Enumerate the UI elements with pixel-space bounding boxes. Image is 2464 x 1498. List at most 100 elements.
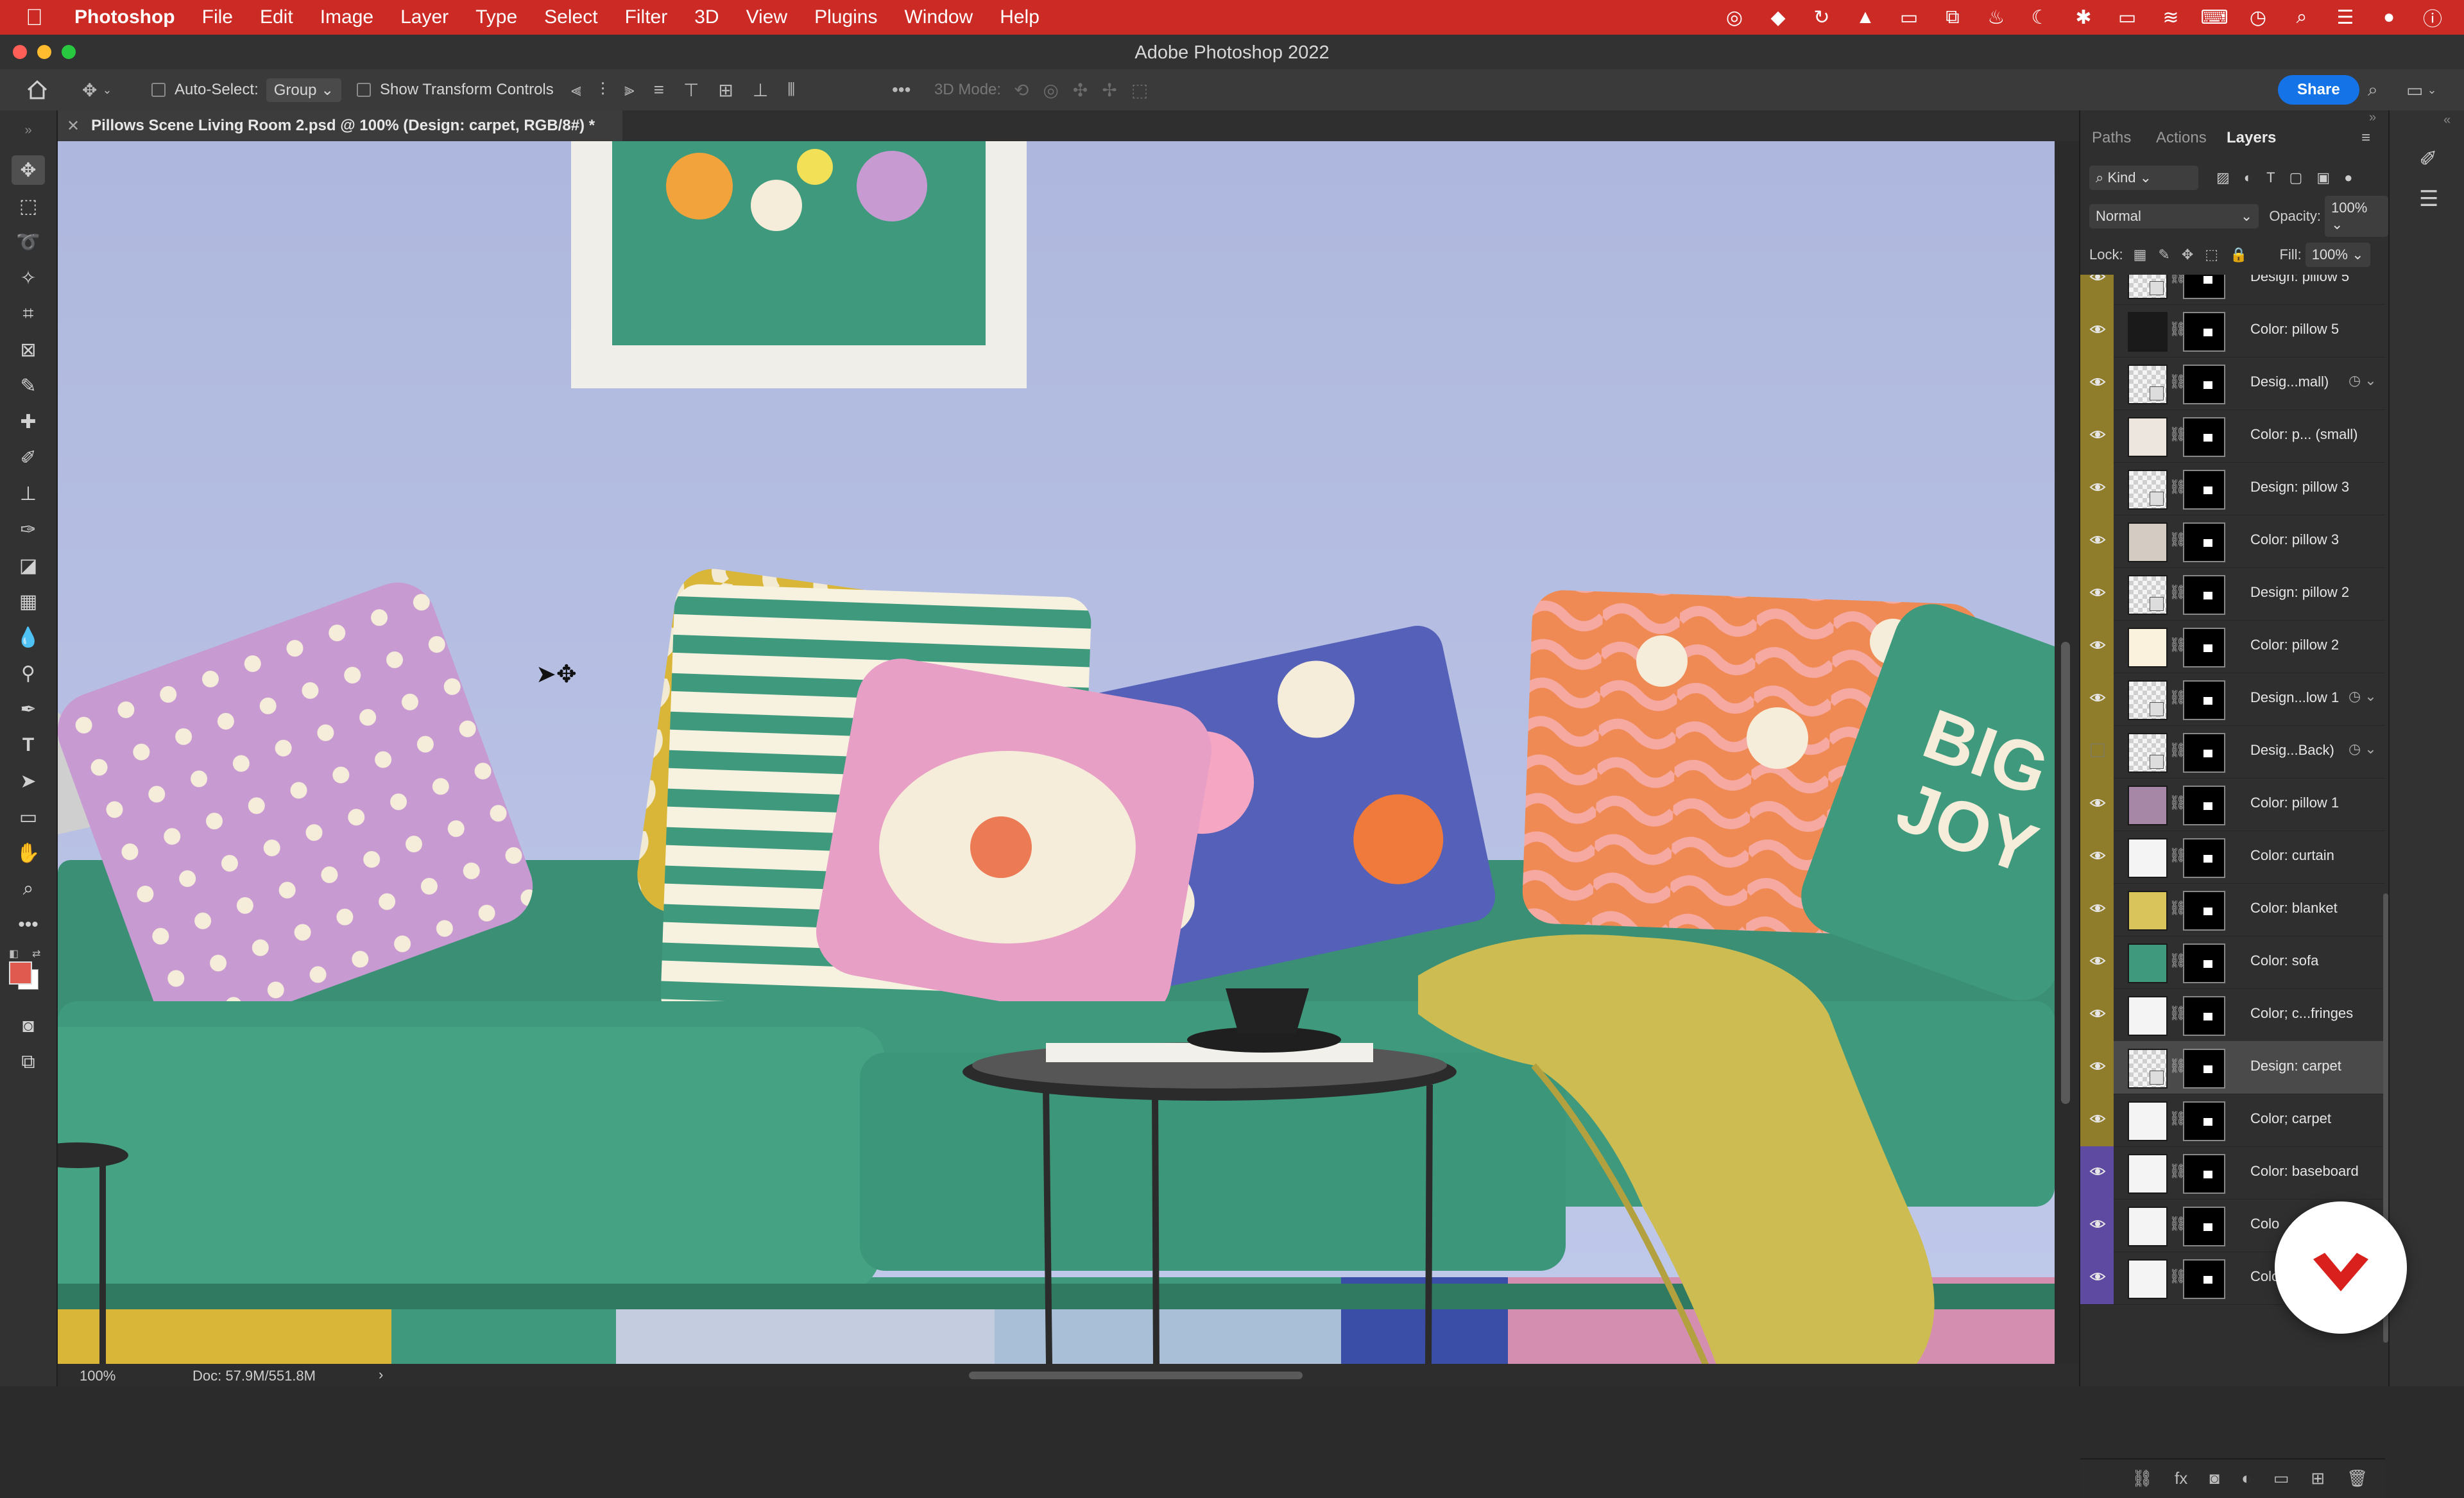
layer-name[interactable]: Color: pillow 1 <box>2250 795 2339 811</box>
kind-filter[interactable]: ⌕ Kind ⌄ <box>2089 166 2198 190</box>
eye-icon[interactable] <box>2089 321 2106 338</box>
layer-row[interactable]: ⛓ Design...low 1 ◷ ⌄ <box>2080 673 2385 726</box>
eye-icon[interactable] <box>2089 1110 2106 1127</box>
align-right-icon[interactable]: ⫸ <box>624 80 635 101</box>
blend-mode-dropdown[interactable]: Normal ⌄ <box>2089 204 2259 228</box>
layer-row[interactable]: ⛓ Desig...Back) ◷ ⌄ <box>2080 725 2385 779</box>
dropbox-icon[interactable]: ◆ <box>1766 5 1790 30</box>
eye-icon[interactable] <box>2089 1268 2106 1285</box>
default-colors-icon[interactable]: ◧ <box>9 947 19 960</box>
layer-mask-thumbnail[interactable] <box>2183 628 2225 667</box>
layer-mask-thumbnail[interactable] <box>2183 1207 2225 1246</box>
menu-3d[interactable]: 3D <box>694 6 719 28</box>
layer-mask-icon[interactable]: ◙ <box>2209 1468 2220 1488</box>
filter-smart-object-icon[interactable]: ▣ <box>2316 169 2330 186</box>
move-tool-icon[interactable]: ✥ ⌄ <box>82 69 112 110</box>
menu-app-name[interactable]: Photoshop <box>74 6 175 28</box>
layer-row[interactable]: ⛓ Design: pillow 3 <box>2080 462 2385 515</box>
home-icon[interactable] <box>26 69 49 110</box>
layer-name[interactable]: Color: sofa <box>2250 952 2318 969</box>
layer-row[interactable]: ⛓ Color: pillow 2 <box>2080 620 2385 673</box>
document-tab[interactable]: ✕ Pillows Scene Living Room 2.psd @ 100%… <box>58 110 622 141</box>
menu-layer[interactable]: Layer <box>400 6 449 28</box>
layer-mask-thumbnail[interactable] <box>2183 365 2225 404</box>
horizontal-scroll-thumb[interactable] <box>969 1372 1303 1379</box>
layer-mask-thumbnail[interactable] <box>2183 575 2225 615</box>
clock-icon[interactable]: ◷ <box>2246 5 2270 30</box>
wifi-icon[interactable]: ≋ <box>2159 5 2183 30</box>
layer-options-icon[interactable]: ◷ ⌄ <box>2348 372 2377 389</box>
layer-row[interactable]: ⛓ Color; carpet <box>2080 1094 2385 1147</box>
layer-row[interactable]: ⛓ Desig...mall) ◷ ⌄ <box>2080 357 2385 410</box>
workspace-icon[interactable]: ▭ ⌄ <box>2406 69 2437 110</box>
frame-tool-icon[interactable]: ⊠ <box>12 335 45 365</box>
3d-orbit-icon[interactable]: ⟲ <box>1014 80 1029 101</box>
layer-thumbnail[interactable] <box>2128 628 2168 667</box>
layer-thumbnail[interactable] <box>2128 312 2168 352</box>
bluetooth-icon[interactable]: ✱ <box>2071 5 2096 30</box>
layer-name[interactable]: Color: p... (small) <box>2250 426 2357 443</box>
3d-pan-icon[interactable]: ✣ <box>1073 80 1088 101</box>
align-left-icon[interactable]: ⫷ <box>571 80 581 101</box>
delete-layer-icon[interactable]: 🗑 <box>2347 1468 2368 1488</box>
blur-tool-icon[interactable]: 💧 <box>12 623 45 652</box>
siri-icon[interactable]: ● <box>2377 5 2401 30</box>
brush-settings-icon[interactable]: ✐ <box>2419 146 2438 172</box>
layer-options-icon[interactable]: ◷ ⌄ <box>2348 741 2377 757</box>
lock-icon[interactable]: 🔒 <box>2230 246 2247 263</box>
layer-row[interactable]: ⛓ Color: pillow 5 <box>2080 304 2385 357</box>
eye-icon[interactable] <box>2089 689 2106 706</box>
align-bottom-icon[interactable]: ⊥ <box>753 80 768 101</box>
fill-field[interactable]: 100% ⌄ <box>2305 243 2370 267</box>
layer-name[interactable]: Color: baseboard <box>2250 1163 2359 1180</box>
layer-row[interactable]: ⛓ Design: pillow 2 <box>2080 567 2385 621</box>
tab-layers[interactable]: Layers <box>2227 123 2276 153</box>
layer-name[interactable]: Color: curtain <box>2250 847 2334 864</box>
auto-select-dropdown[interactable]: Group ⌄ <box>266 78 342 102</box>
layer-thumbnail[interactable] <box>2128 522 2168 562</box>
layer-thumbnail[interactable] <box>2128 891 2168 931</box>
history-brush-tool-icon[interactable]: ✑ <box>12 515 45 544</box>
tab-actions[interactable]: Actions <box>2156 123 2207 153</box>
layer-thumbnail[interactable] <box>2128 786 2168 825</box>
3d-slide-icon[interactable]: ✢ <box>1102 80 1116 101</box>
layer-name[interactable]: Design: pillow 2 <box>2250 584 2349 601</box>
healing-brush-tool-icon[interactable]: ✚ <box>12 407 45 436</box>
creative-cloud-icon[interactable]: ◎ <box>1722 5 1747 30</box>
expand-panels-icon[interactable]: « <box>2443 113 2451 128</box>
layer-thumbnail[interactable] <box>2128 417 2168 457</box>
more-options-icon[interactable]: ••• <box>892 69 911 110</box>
layer-thumbnail[interactable] <box>2128 1207 2168 1246</box>
layer-thumbnail[interactable] <box>2128 838 2168 878</box>
layer-mask-thumbnail[interactable] <box>2183 1101 2225 1141</box>
layer-mask-thumbnail[interactable] <box>2183 996 2225 1036</box>
adjustment-layer-icon[interactable]: ◐ <box>2241 1468 2252 1488</box>
lock-transparent-icon[interactable]: ▦ <box>2134 246 2147 263</box>
new-group-icon[interactable]: ▭ <box>2273 1468 2289 1488</box>
menu-type[interactable]: Type <box>475 6 517 28</box>
layer-row[interactable]: ⛓ Color: p... (small) <box>2080 409 2385 463</box>
layer-name[interactable]: Desig...mall) <box>2250 374 2329 390</box>
layer-row[interactable]: ⛓ Color: baseboard <box>2080 1146 2385 1200</box>
opacity-field[interactable]: 100% ⌄ <box>2325 196 2388 237</box>
layer-mask-thumbnail[interactable] <box>2183 1259 2225 1299</box>
crop-tool-icon[interactable]: ⌗ <box>12 299 45 329</box>
distribute-icon[interactable]: ≡ <box>654 80 664 100</box>
menu-file[interactable]: File <box>202 6 233 28</box>
eyedropper-tool-icon[interactable]: ✎ <box>12 371 45 400</box>
foreground-color-swatch[interactable] <box>9 961 32 985</box>
filter-type-icon[interactable]: T <box>2266 169 2275 186</box>
layer-row[interactable]: ⛓ Color: blanket <box>2080 883 2385 936</box>
eye-icon[interactable] <box>2089 952 2106 969</box>
filter-shape-icon[interactable]: ▢ <box>2289 169 2303 186</box>
layer-mask-thumbnail[interactable] <box>2183 470 2225 510</box>
eye-icon[interactable] <box>2089 374 2106 390</box>
menu-view[interactable]: View <box>746 6 787 28</box>
auto-select-checkbox[interactable] <box>151 83 166 97</box>
layer-thumbnail[interactable] <box>2128 1101 2168 1141</box>
quick-mask-icon[interactable]: ◙ <box>12 1012 45 1041</box>
layer-mask-thumbnail[interactable] <box>2183 275 2225 299</box>
eye-icon[interactable] <box>2089 479 2106 495</box>
zoom-tool-icon[interactable]: ⌕ <box>12 874 45 904</box>
apple-icon[interactable]:  <box>26 4 43 31</box>
